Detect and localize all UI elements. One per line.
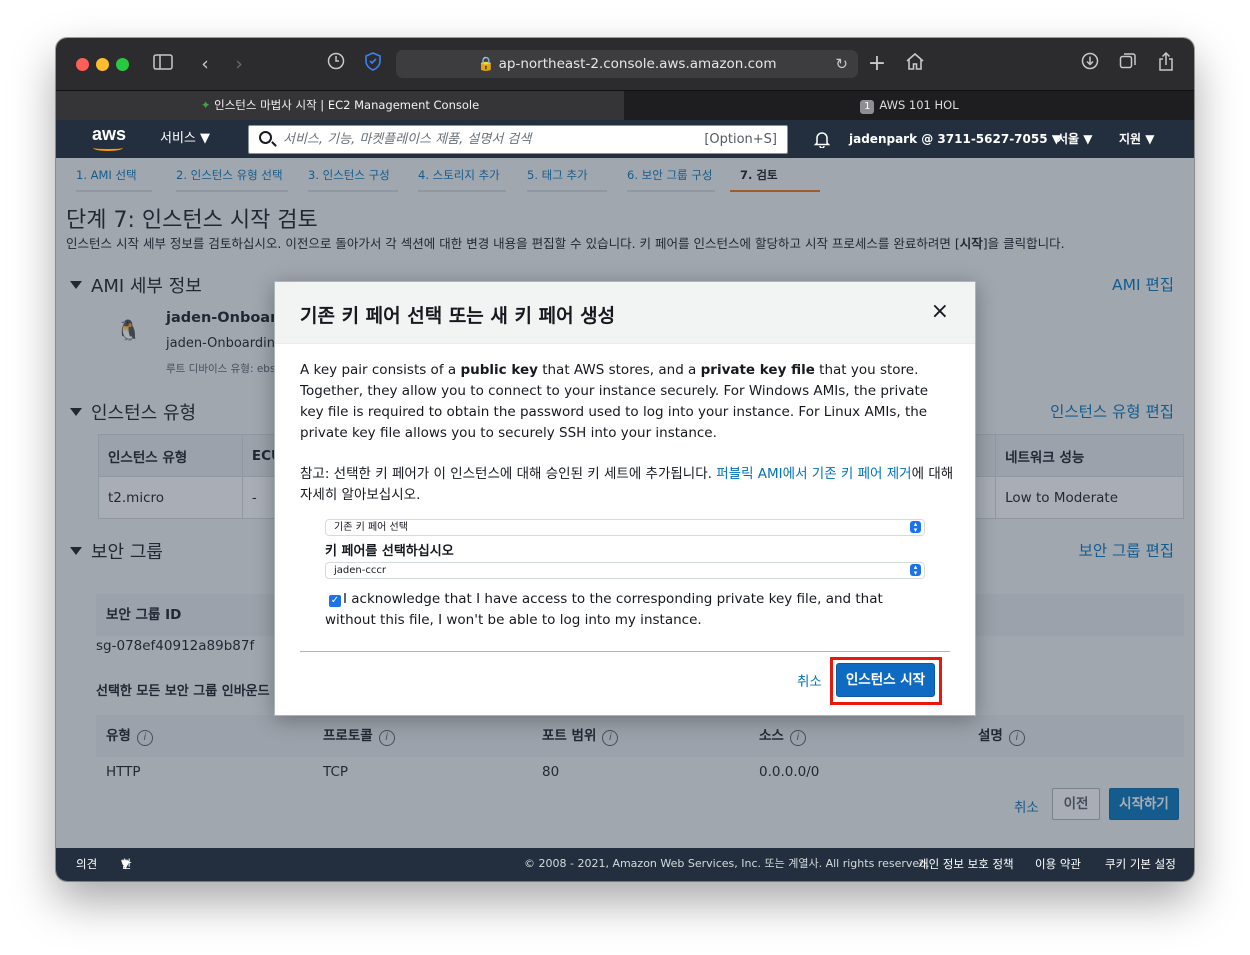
- address-bar[interactable]: 🔒 ap-northeast-2.console.aws.amazon.com …: [396, 50, 858, 78]
- dialog-divider: [300, 651, 950, 652]
- intro-text: that AWS stores, and a: [537, 362, 701, 378]
- aws-favicon-icon: ✦: [200, 98, 211, 112]
- note-text: 참고: 선택한 키 페어가 이 인스턴스에 대해 승인된 키 세트에 추가됩니다…: [300, 466, 717, 482]
- search-input[interactable]: 서비스, 기능, 마켓플레이스 제품, 설명서 검색 [Option+S]: [248, 125, 788, 154]
- new-tab-icon[interactable]: +: [865, 52, 889, 76]
- tab-label: AWS 101 HOL: [879, 98, 959, 112]
- tab-bar: ✦ 인스턴스 마법사 시작 | EC2 Management Console 1…: [56, 90, 1194, 120]
- account-label: jadenpark @ 3711-5627-7055: [849, 132, 1048, 146]
- history-icon[interactable]: [324, 52, 348, 76]
- intro-text: A key pair consists of a: [300, 362, 461, 378]
- search-icon: [259, 131, 272, 144]
- tab-ec2-console[interactable]: ✦ 인스턴스 마법사 시작 | EC2 Management Console: [56, 91, 624, 120]
- select-arrows-icon: ▴ ▾: [910, 521, 921, 534]
- aws-nav-bar: aws 서비스 ▼ 서비스, 기능, 마켓플레이스 제품, 설명서 검색 [Op…: [56, 120, 1194, 158]
- terms-link[interactable]: 이용 약관: [1035, 848, 1081, 880]
- key-pair-mode-select[interactable]: 기존 키 페어 선택 ▴ ▾: [325, 519, 925, 536]
- tab-label: 인스턴스 마법사 시작 | EC2 Management Console: [214, 98, 480, 112]
- console-footer: 의견 한국어 ▼ © 2008 - 2021, Amazon Web Servi…: [56, 848, 1194, 881]
- search-placeholder: 서비스, 기능, 마켓플레이스 제품, 설명서 검색: [283, 132, 532, 147]
- select-value: 기존 키 페어 선택: [334, 522, 408, 533]
- forward-icon[interactable]: ›: [227, 52, 251, 76]
- key-pair-intro: A key pair consists of a public key that…: [300, 360, 955, 444]
- close-window-button[interactable]: [76, 58, 89, 71]
- tab-aws-101-hol[interactable]: 1 AWS 101 HOL: [625, 91, 1194, 120]
- key-pair-note: 참고: 선택한 키 페어가 이 인스턴스에 대해 승인된 키 세트에 추가됩니다…: [300, 464, 955, 506]
- browser-toolbar: ‹ › 🔒 ap-northeast-2.console.aws.amazon.…: [56, 38, 1194, 90]
- caret-down-icon: ▼: [1083, 132, 1093, 146]
- url-text: ap-northeast-2.console.aws.amazon.com: [498, 56, 777, 72]
- services-menu[interactable]: 서비스 ▼: [160, 120, 210, 158]
- close-icon[interactable]: ×: [931, 300, 949, 324]
- dialog-cancel-link[interactable]: 취소: [797, 670, 822, 690]
- caret-down-icon: ▼: [200, 131, 211, 146]
- home-icon[interactable]: [903, 52, 927, 76]
- tab-overview-icon[interactable]: [1116, 52, 1140, 76]
- select-arrows-icon: ▴ ▾: [910, 564, 921, 577]
- sidebar-icon[interactable]: [151, 52, 175, 76]
- key-pair-select[interactable]: jaden-cccr ▴ ▾: [325, 562, 925, 579]
- reload-icon[interactable]: ↻: [835, 50, 848, 78]
- back-icon[interactable]: ‹: [193, 52, 217, 76]
- select-value: jaden-cccr: [334, 565, 386, 576]
- cookie-preferences-link[interactable]: 쿠키 기본 설정: [1105, 848, 1176, 880]
- remove-key-pair-link[interactable]: 퍼블릭 AMI에서 기존 키 페어 제거: [716, 466, 911, 482]
- support-menu[interactable]: 지원 ▼: [1119, 120, 1155, 158]
- lock-icon: 🔒: [477, 56, 495, 72]
- caret-down-icon: ▼: [121, 857, 130, 871]
- account-menu[interactable]: jadenpark @ 3711-5627-7055 ▼: [849, 120, 1061, 158]
- region-label: 서울: [1057, 132, 1080, 146]
- dialog-header: 기존 키 페어 선택 또는 새 키 페어 생성 ×: [275, 282, 975, 344]
- downloads-icon[interactable]: [1078, 52, 1102, 76]
- aws-logo[interactable]: aws: [92, 124, 126, 145]
- share-icon[interactable]: [1154, 51, 1178, 76]
- launch-instances-button[interactable]: 인스턴스 시작: [836, 663, 935, 697]
- shield-icon[interactable]: [361, 52, 385, 76]
- minimize-window-button[interactable]: [96, 58, 109, 71]
- copyright: © 2008 - 2021, Amazon Web Services, Inc.…: [524, 857, 930, 870]
- feedback-link[interactable]: 의견: [76, 848, 97, 880]
- bell-icon[interactable]: [813, 120, 831, 158]
- services-label: 서비스: [160, 131, 196, 146]
- zoom-window-button[interactable]: [116, 58, 129, 71]
- support-label: 지원: [1119, 132, 1142, 146]
- key-pair-label: 키 페어를 선택하십시오: [325, 544, 454, 559]
- search-shortcut: [Option+S]: [704, 132, 777, 147]
- intro-bold: public key: [460, 362, 538, 378]
- aws-logo-smile: [93, 145, 123, 151]
- region-menu[interactable]: 서울 ▼: [1057, 120, 1093, 158]
- caret-down-icon: ▼: [1145, 132, 1155, 146]
- privacy-link[interactable]: 개인 정보 보호 정책: [918, 848, 1014, 880]
- tab-badge: 1: [860, 100, 875, 114]
- dialog-title: 기존 키 페어 선택 또는 새 키 페어 생성: [300, 305, 616, 327]
- acknowledge-text: I acknowledge that I have access to the …: [325, 591, 883, 628]
- intro-bold: private key file: [700, 362, 815, 378]
- key-pair-dialog: 기존 키 페어 선택 또는 새 키 페어 생성 × A key pair con…: [274, 281, 976, 716]
